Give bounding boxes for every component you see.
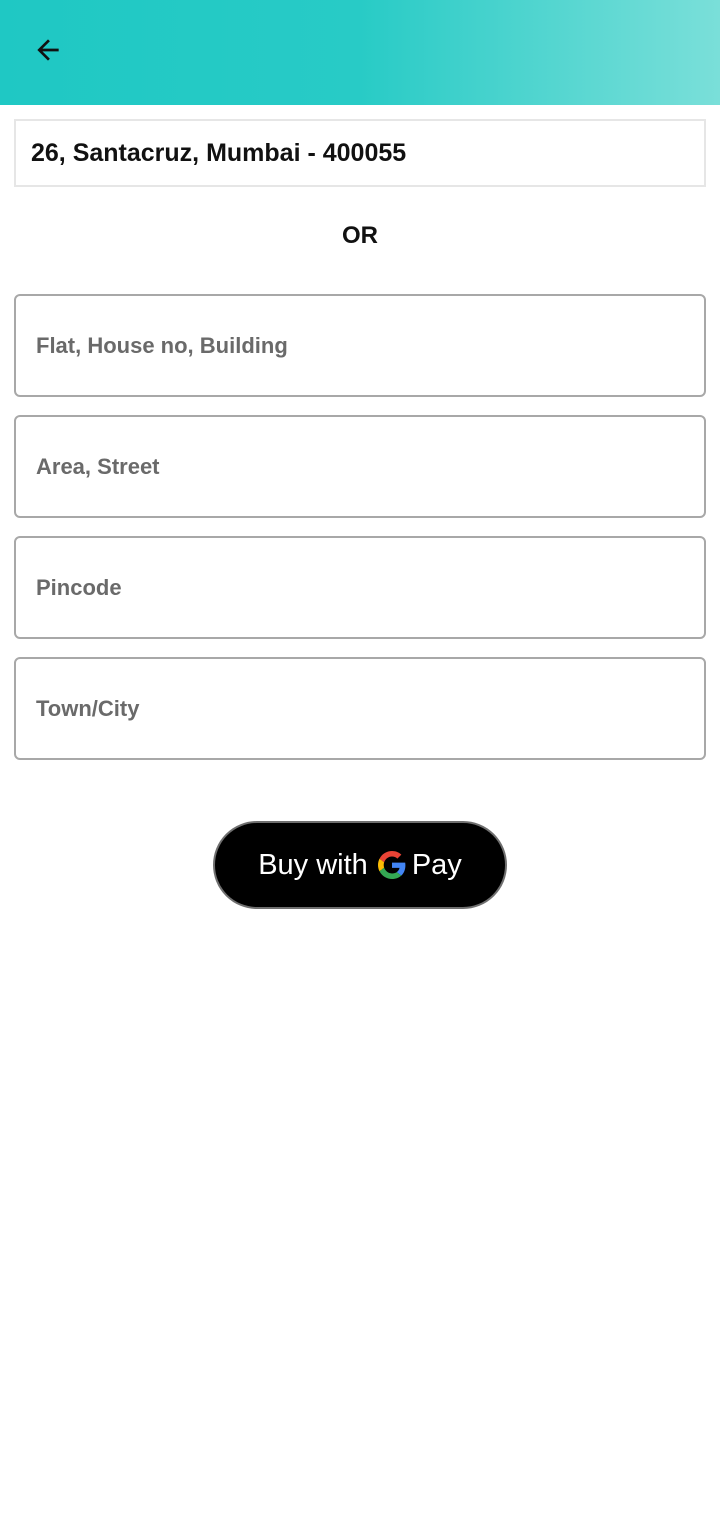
pincode-input[interactable] — [16, 538, 704, 637]
area-street-input[interactable] — [16, 417, 704, 516]
flat-house-building-input[interactable] — [16, 296, 704, 395]
back-button[interactable] — [22, 24, 74, 76]
town-city-field[interactable] — [14, 657, 706, 760]
app-bar — [0, 0, 720, 105]
pay-label: Pay — [411, 848, 462, 881]
area-street-field[interactable] — [14, 415, 706, 518]
or-separator: OR — [342, 222, 378, 249]
town-city-input[interactable] — [16, 659, 704, 758]
arrow-left-icon — [37, 39, 59, 61]
pincode-field[interactable] — [14, 536, 706, 639]
saved-address[interactable]: 26, Santacruz, Mumbai - 400055 — [14, 119, 706, 187]
buy-with-google-pay-button[interactable]: Buy with Pay — [213, 821, 507, 909]
google-g-icon — [377, 851, 406, 879]
buy-label: Buy with — [258, 848, 368, 881]
flat-house-building-field[interactable] — [14, 294, 706, 397]
